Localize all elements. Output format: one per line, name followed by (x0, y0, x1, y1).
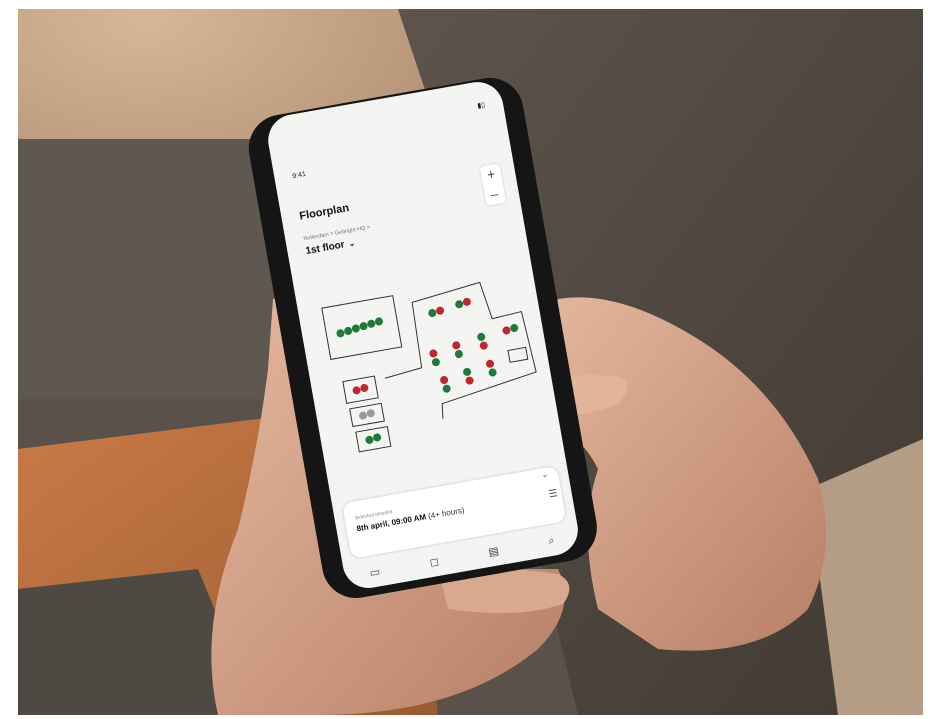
desk-available[interactable] (351, 324, 360, 333)
desk-occupied[interactable] (479, 341, 488, 350)
desk-available[interactable] (442, 384, 451, 393)
desk-occupied[interactable] (452, 341, 461, 350)
desk-available[interactable] (455, 300, 464, 309)
desk-available[interactable] (510, 323, 519, 333)
search-icon[interactable]: ⌕ (547, 534, 555, 548)
desk-available[interactable] (454, 349, 463, 359)
wall-outline (384, 302, 423, 379)
zoom-control: + – (479, 163, 507, 207)
desk-available[interactable] (359, 322, 368, 331)
floorplan-map[interactable] (308, 253, 559, 507)
desk-occupied[interactable] (485, 359, 495, 368)
check-icon[interactable]: ◻ (429, 554, 440, 568)
desk-available[interactable] (365, 435, 374, 444)
desk-available[interactable] (488, 368, 497, 377)
desk-available[interactable] (336, 329, 345, 338)
room-outline (342, 375, 379, 404)
desk-unavailable[interactable] (366, 409, 375, 418)
page-title: Floorplan (298, 202, 350, 223)
timeslot-duration: (4+ hours) (427, 505, 466, 521)
desk-occupied[interactable] (435, 306, 445, 315)
menu-icon[interactable]: ☰ (548, 488, 559, 500)
battery-icon: ▮▯ (476, 101, 486, 111)
room-outline (349, 402, 385, 428)
photo: ▮▯ 9:41 Floorplan + – Rotterdam > Gebrig… (18, 9, 923, 715)
chevron-down-icon[interactable]: ⌄ (541, 469, 549, 479)
desk-occupied[interactable] (440, 375, 449, 385)
desk-available[interactable] (374, 317, 383, 326)
desk-unavailable[interactable] (358, 411, 368, 420)
desk-occupied[interactable] (429, 349, 438, 358)
desk-available[interactable] (462, 367, 472, 376)
desk-occupied[interactable] (352, 386, 361, 395)
map-icon[interactable]: ▤ (487, 544, 499, 559)
timeslot-value: 8th april, 09:00 AM (4+ hours) (356, 506, 465, 534)
desk-available[interactable] (428, 308, 437, 318)
room-outline (507, 346, 529, 363)
zoom-out-button[interactable]: – (483, 183, 506, 206)
desk-available[interactable] (372, 433, 382, 442)
desk-available[interactable] (344, 326, 353, 335)
desk-occupied[interactable] (360, 383, 369, 392)
room-outline (355, 426, 392, 453)
desk-occupied[interactable] (462, 297, 471, 306)
calendar-icon[interactable]: ▭ (369, 565, 381, 580)
status-time: 9:41 (291, 170, 307, 181)
floor-label: 1st floor (304, 239, 346, 258)
desk-occupied[interactable] (502, 326, 511, 335)
chevron-down-icon: ⌄ (347, 238, 356, 249)
desk-available[interactable] (367, 319, 376, 328)
desk-group (336, 317, 383, 338)
desk-available[interactable] (477, 332, 486, 341)
desk-available[interactable] (431, 358, 440, 367)
desk-occupied[interactable] (465, 376, 474, 385)
